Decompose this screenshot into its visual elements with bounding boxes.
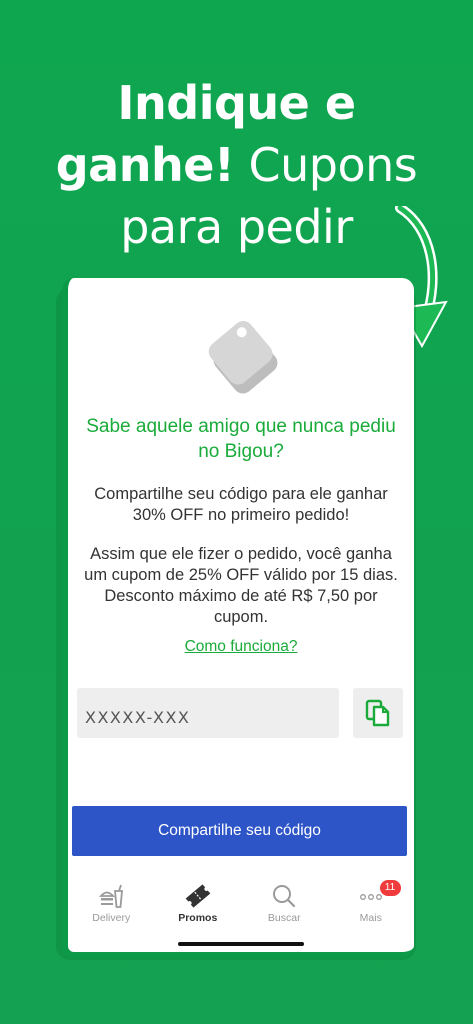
home-indicator: [178, 942, 304, 946]
search-icon: [273, 885, 296, 908]
headline-line2-bold: ganhe!: [55, 138, 235, 192]
copy-code-button[interactable]: [353, 688, 403, 738]
headline-line3: para pedir: [120, 200, 353, 254]
phone-screen: Sabe aquele amigo que nunca pediu no Big…: [62, 278, 414, 958]
headline-line1: Indique e: [117, 76, 356, 130]
card-title: Sabe aquele amigo que nunca pediu no Big…: [86, 416, 396, 462]
share-description: Compartilhe seu código para ele ganhar 3…: [94, 485, 388, 524]
headline-line2-light: Cupons: [248, 138, 418, 192]
tab-mais-label: Mais: [359, 912, 382, 924]
burger-drink-icon: [99, 884, 124, 908]
tab-delivery-label: Delivery: [92, 912, 131, 924]
tab-delivery[interactable]: Delivery: [68, 874, 155, 934]
tab-promos-label: Promos: [178, 912, 218, 924]
ticket-icon: [185, 884, 211, 908]
copy-icon: [365, 699, 390, 727]
tab-promos[interactable]: Promos: [155, 874, 242, 934]
how-it-works-link[interactable]: Como funciona?: [68, 638, 414, 656]
share-code-button[interactable]: Compartilhe seu código: [72, 806, 407, 856]
coupon-tag-icon: [208, 320, 278, 394]
tab-buscar-label: Buscar: [267, 912, 301, 924]
tab-buscar[interactable]: Buscar: [241, 874, 328, 934]
referral-code-field[interactable]: XXXXX-XXX: [77, 688, 339, 738]
bottom-tab-bar: Delivery Promos Buscar 11 Mais: [68, 874, 414, 934]
tab-mais[interactable]: 11 Mais: [328, 874, 415, 934]
notification-badge: 11: [379, 880, 401, 896]
reward-description: Assim que ele fizer o pedido, você ganha…: [84, 545, 398, 626]
